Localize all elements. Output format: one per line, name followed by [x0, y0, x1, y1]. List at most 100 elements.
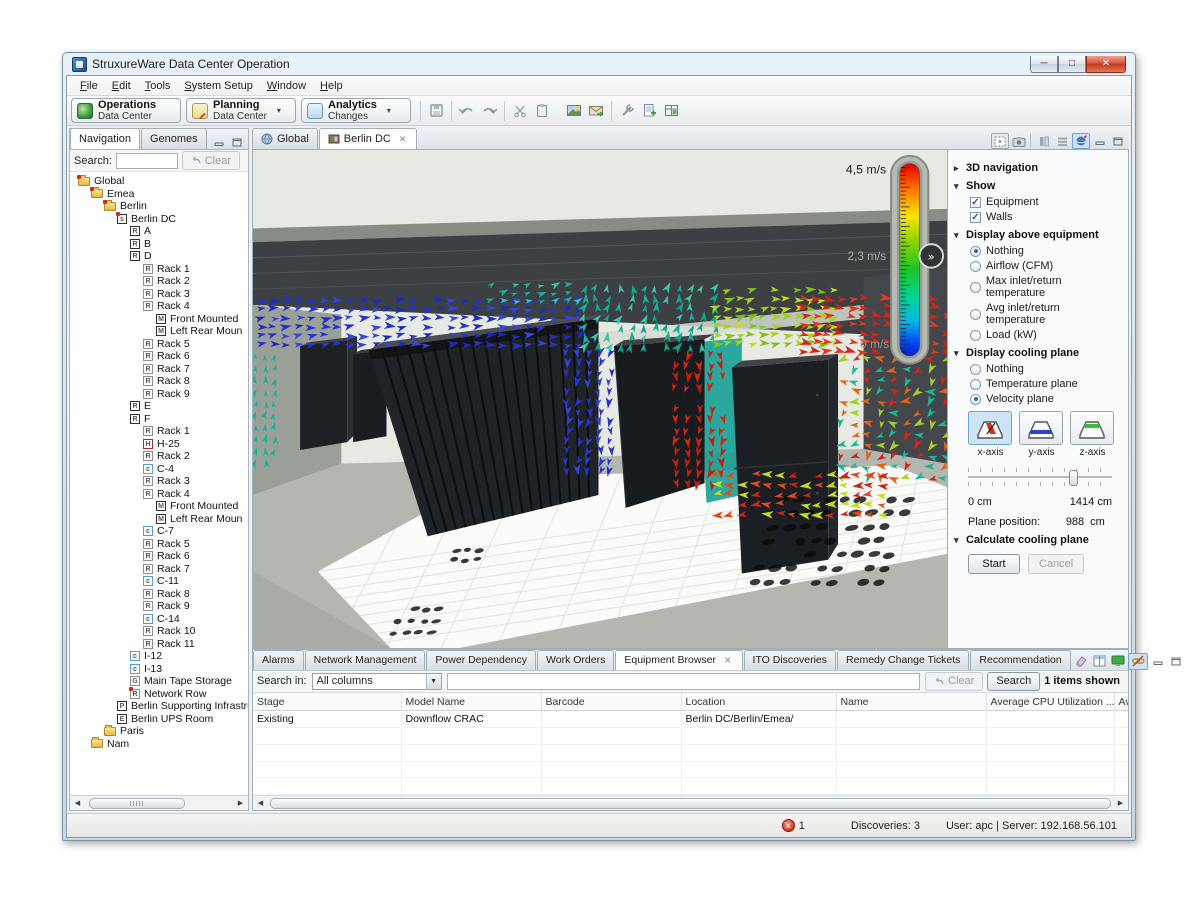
tree-item-berlin-supporting-infrastru[interactable]: PBerlin Supporting Infrastru: [70, 700, 248, 713]
search-column-select[interactable]: All columns ▼: [312, 673, 442, 690]
y-axis-button[interactable]: [1019, 411, 1063, 445]
analytics-mode-button[interactable]: AnalyticsChanges ▾: [301, 98, 411, 123]
tree-item-berlin-dc[interactable]: sBerlin DC: [70, 213, 248, 226]
section-calculate[interactable]: ▾Calculate cooling plane: [954, 534, 1122, 546]
tree-item-nam[interactable]: Nam: [70, 738, 248, 751]
table-edit-icon[interactable]: [660, 100, 682, 122]
tree-item-c-7[interactable]: cC-7: [70, 525, 248, 538]
tree-item-rack-8[interactable]: RRack 8: [70, 375, 248, 388]
tree-item-front-mounted[interactable]: MFront Mounted: [70, 500, 248, 513]
tree-item-rack-1[interactable]: RRack 1: [70, 425, 248, 438]
tree-item-f[interactable]: RF: [70, 413, 248, 426]
column-header-stage[interactable]: Stage: [253, 693, 401, 711]
tree-item-e[interactable]: RE: [70, 400, 248, 413]
tree-item-c-11[interactable]: cC-11: [70, 575, 248, 588]
menu-tools[interactable]: Tools: [138, 78, 178, 94]
tree-item-c-14[interactable]: cC-14: [70, 613, 248, 626]
export-image-icon[interactable]: [563, 100, 585, 122]
tree-item-d[interactable]: RD: [70, 250, 248, 263]
tab-berlin-dc[interactable]: Berlin DC✕: [319, 128, 418, 149]
section-3d-navigation[interactable]: ▸3D navigation: [954, 162, 1122, 174]
tree-item-rack-9[interactable]: RRack 9: [70, 600, 248, 613]
menu-system-setup[interactable]: System Setup: [177, 78, 259, 94]
close-tab-icon[interactable]: ✕: [397, 133, 409, 146]
start-button[interactable]: Start: [968, 554, 1020, 574]
tree-item-paris[interactable]: Paris: [70, 725, 248, 738]
eraser-icon[interactable]: [1074, 654, 1090, 668]
tree-item-rack-4[interactable]: RRack 4: [70, 488, 248, 501]
tile-horizontal-icon[interactable]: [1054, 134, 1070, 148]
tab-equipment-browser[interactable]: Equipment Browser✕: [615, 650, 742, 670]
tree-item-rack-9[interactable]: RRack 9: [70, 388, 248, 401]
undo-icon[interactable]: [456, 100, 478, 122]
tree-item-rack-2[interactable]: RRack 2: [70, 450, 248, 463]
tab-global[interactable]: Global: [252, 128, 318, 149]
radio-nothing[interactable]: Nothing: [970, 245, 1122, 257]
tree-item-rack-7[interactable]: RRack 7: [70, 363, 248, 376]
tree-hscrollbar[interactable]: ◀ ▶: [70, 795, 248, 810]
tree-item-rack-5[interactable]: RRack 5: [70, 338, 248, 351]
tree-item-rack-7[interactable]: RRack 7: [70, 563, 248, 576]
tree-item-rack-6[interactable]: RRack 6: [70, 350, 248, 363]
slider-thumb[interactable]: [1069, 470, 1078, 486]
planning-mode-button[interactable]: PlanningData Center ▾: [186, 98, 296, 123]
radio-velocity-plane[interactable]: Velocity plane: [970, 393, 1122, 405]
tab-genomes[interactable]: Genomes: [141, 128, 207, 149]
fit-view-icon[interactable]: [991, 133, 1009, 149]
minimize-panel-icon[interactable]: [1150, 654, 1166, 668]
tree-item-rack-8[interactable]: RRack 8: [70, 588, 248, 601]
tab-navigation[interactable]: Navigation: [70, 128, 140, 149]
column-header-barcode[interactable]: Barcode: [541, 693, 681, 711]
minimize-panel-icon[interactable]: [211, 135, 227, 149]
maximize-panel-icon[interactable]: [229, 135, 245, 149]
tree-search-input[interactable]: [116, 153, 178, 169]
tree-item-rack-3[interactable]: RRack 3: [70, 475, 248, 488]
tree-item-a[interactable]: RA: [70, 225, 248, 238]
tab-remedy-change-tickets[interactable]: Remedy Change Tickets: [837, 650, 969, 670]
tree-item-left-rear-moun[interactable]: MLeft Rear Moun: [70, 325, 248, 338]
tree-item-i-12[interactable]: cI-12: [70, 650, 248, 663]
tree-item-h-25[interactable]: HH-25: [70, 438, 248, 451]
tree-item-rack-5[interactable]: RRack 5: [70, 538, 248, 551]
column-header-average-pow[interactable]: Average Pow: [1114, 693, 1128, 711]
radio-temperature-plane[interactable]: Temperature plane: [970, 378, 1122, 390]
checkbox-walls[interactable]: ✓Walls: [970, 211, 1122, 223]
tile-vertical-icon[interactable]: [1036, 134, 1052, 148]
tree-item-left-rear-moun[interactable]: MLeft Rear Moun: [70, 513, 248, 526]
3d-view[interactable]: » 4,5 m/s 2,3 m/s 0 m/s: [252, 150, 948, 649]
radio-airflow-cfm-[interactable]: Airflow (CFM): [970, 260, 1122, 272]
tree-item-global[interactable]: Global: [70, 175, 248, 188]
paste-icon[interactable]: [531, 100, 553, 122]
table-hscrollbar[interactable]: ◀ ▶: [253, 795, 1128, 810]
equipment-search-input[interactable]: [447, 673, 921, 690]
cancel-button[interactable]: Cancel: [1028, 554, 1084, 574]
tab-network-management[interactable]: Network Management: [305, 650, 426, 670]
new-document-icon[interactable]: [638, 100, 660, 122]
rotate-3d-icon[interactable]: [1072, 133, 1090, 149]
tree-item-rack-11[interactable]: RRack 11: [70, 638, 248, 651]
tree-item-berlin-ups-room[interactable]: EBerlin UPS Room: [70, 713, 248, 726]
section-display-above[interactable]: ▾Display above equipment: [954, 229, 1122, 241]
tree-item-rack-10[interactable]: RRack 10: [70, 625, 248, 638]
dropdown-arrow-icon[interactable]: ▾: [277, 106, 281, 115]
tree-item-rack-3[interactable]: RRack 3: [70, 288, 248, 301]
tree-item-main-tape-storage[interactable]: GMain Tape Storage: [70, 675, 248, 688]
column-header-location[interactable]: Location: [681, 693, 836, 711]
tab-alarms[interactable]: Alarms: [253, 650, 304, 670]
section-cooling-plane[interactable]: ▾Display cooling plane: [954, 347, 1122, 359]
menu-window[interactable]: Window: [260, 78, 313, 94]
column-header-model-name[interactable]: Model Name: [401, 693, 541, 711]
operations-mode-button[interactable]: OperationsData Center: [71, 98, 181, 123]
tree-item-c-4[interactable]: cC-4: [70, 463, 248, 476]
tree-item-network-row[interactable]: RNetwork Row: [70, 688, 248, 701]
checkbox-equipment[interactable]: ✓Equipment: [970, 196, 1122, 208]
tree-item-rack-2[interactable]: RRack 2: [70, 275, 248, 288]
tree-item-berlin[interactable]: Berlin: [70, 200, 248, 213]
tab-power-dependency[interactable]: Power Dependency: [426, 650, 536, 670]
column-header-average-cpu-utilization-[interactable]: Average CPU Utilization ...: [986, 693, 1114, 711]
table-row[interactable]: ExistingDownflow CRACBerlin DC/Berlin/Em…: [253, 711, 1128, 728]
radio-avg-inlet-return-temperature[interactable]: Avg inlet/return temperature: [970, 302, 1122, 326]
tree-item-rack-4[interactable]: RRack 4: [70, 300, 248, 313]
clear-button[interactable]: Clear: [925, 672, 983, 691]
tab-work-orders[interactable]: Work Orders: [537, 650, 614, 670]
